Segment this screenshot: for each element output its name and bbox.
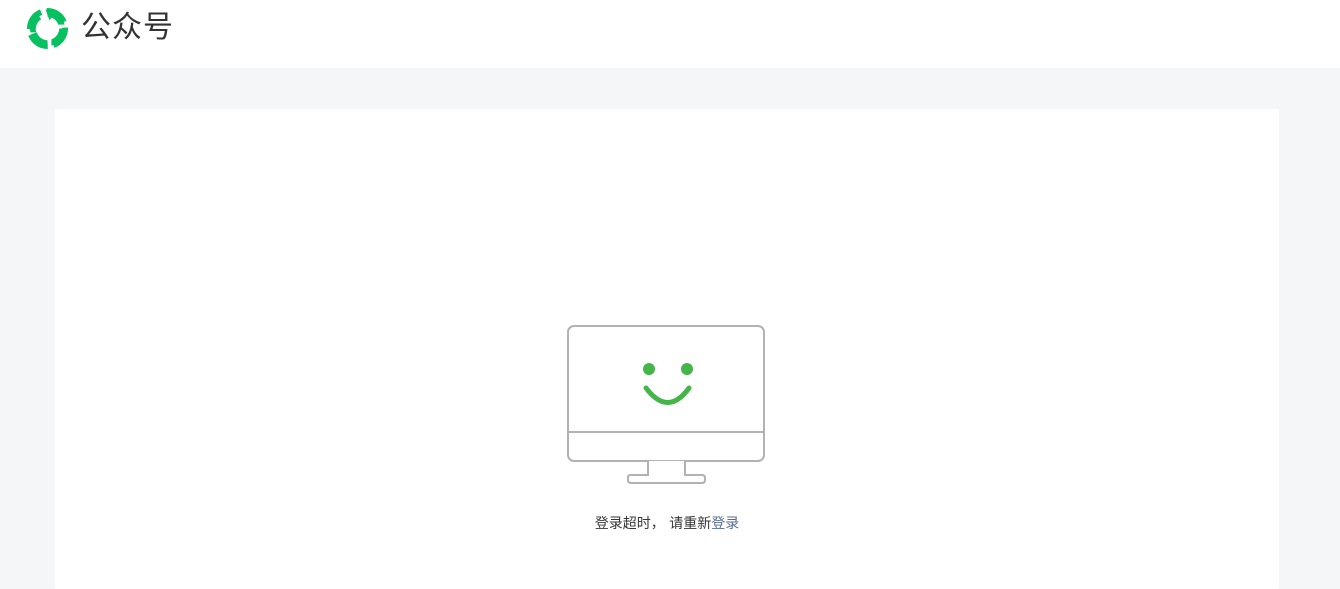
login-timeout-message: 登录超时， 请重新登录 bbox=[55, 513, 1279, 535]
timeout-text: 登录超时， 请重新 bbox=[594, 516, 712, 532]
brand-title[interactable]: 公众号 bbox=[81, 9, 174, 47]
wechat-official-account-logo-icon[interactable] bbox=[26, 7, 69, 50]
top-header: 公众号 bbox=[0, 0, 1340, 68]
monitor-smiley-icon bbox=[567, 325, 765, 484]
relogin-link[interactable]: 登录 bbox=[711, 516, 739, 532]
main-card: 登录超时， 请重新登录 bbox=[55, 109, 1279, 589]
